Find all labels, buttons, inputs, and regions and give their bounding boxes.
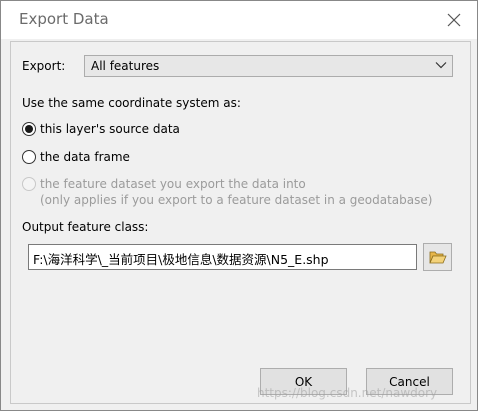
- radio-data-frame[interactable]: the data frame: [22, 150, 130, 164]
- output-feature-class-label: Output feature class:: [22, 220, 149, 234]
- watermark-text: https://blog.csdn.net/nawdory: [257, 386, 438, 400]
- radio-button[interactable]: [22, 150, 36, 164]
- export-dropdown[interactable]: All features: [84, 55, 453, 77]
- export-data-dialog: Export Data Export: All features Use the…: [0, 0, 478, 411]
- feature-dataset-note: (only applies if you export to a feature…: [40, 193, 433, 207]
- title-bar: Export Data: [1, 1, 477, 39]
- chevron-down-icon: [435, 62, 447, 69]
- radio-data-frame-label: the data frame: [40, 150, 130, 164]
- radio-button-selected[interactable]: [22, 122, 36, 136]
- radio-source-data[interactable]: this layer's source data: [22, 122, 180, 136]
- folder-open-icon: [428, 251, 447, 264]
- dialog-body: Export: All features Use the same coordi…: [10, 41, 471, 404]
- radio-button-disabled: [22, 177, 36, 191]
- dialog-title: Export Data: [19, 10, 109, 28]
- export-label: Export:: [22, 59, 66, 73]
- radio-feature-dataset-label: the feature dataset you export the data …: [40, 177, 306, 191]
- close-button[interactable]: [443, 9, 465, 31]
- browse-button[interactable]: [423, 243, 452, 271]
- output-path-input[interactable]: F:\海洋科学\_当前项目\极地信息\数据资源\N5_E.shp: [28, 244, 417, 270]
- close-icon: [447, 13, 461, 27]
- export-selected-value: All features: [91, 59, 160, 73]
- coordinate-system-label: Use the same coordinate system as:: [22, 96, 241, 110]
- radio-feature-dataset: the feature dataset you export the data …: [22, 177, 306, 191]
- radio-source-data-label: this layer's source data: [40, 122, 180, 136]
